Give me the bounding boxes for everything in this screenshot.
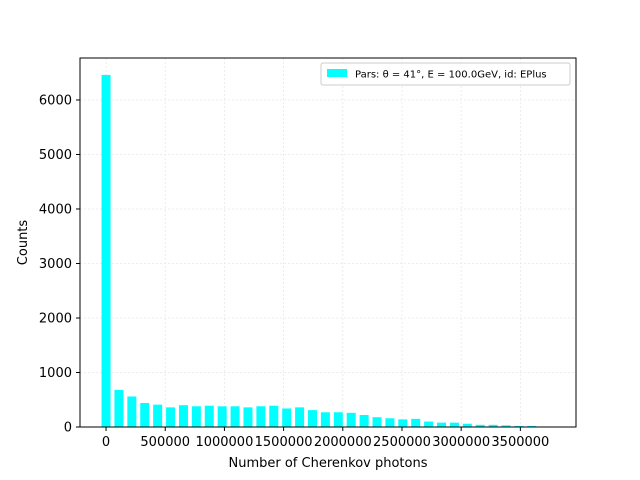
bar — [269, 405, 279, 427]
x-tick-label: 1000000 — [195, 435, 253, 450]
y-tick-label: 0 — [64, 421, 72, 436]
bar — [295, 407, 305, 427]
bar — [385, 418, 395, 427]
bar — [204, 405, 214, 427]
bar — [243, 407, 253, 427]
bar — [230, 406, 240, 427]
x-tick-label: 1500000 — [255, 435, 313, 450]
bar — [333, 412, 343, 427]
bar — [398, 419, 408, 427]
bar — [191, 406, 201, 427]
x-tick-label: 2000000 — [314, 435, 372, 450]
y-tick-label: 4000 — [39, 202, 72, 217]
x-tick-label: 3000000 — [432, 435, 490, 450]
y-tick-label: 1000 — [39, 366, 72, 381]
bar — [449, 422, 459, 427]
y-axis-ticks: 0 1000 2000 3000 4000 5000 6000 — [39, 93, 80, 436]
bar — [411, 418, 421, 427]
y-tick-label: 3000 — [39, 257, 72, 272]
legend-label: Pars: θ = 41°, E = 100.0GeV, id: EPlus — [355, 70, 547, 81]
bar — [140, 403, 150, 427]
x-tick-label: 500000 — [140, 435, 190, 450]
histogram-chart: 0 500000 1000000 1500000 2000000 2500000 30000… — [16, 57, 577, 471]
x-tick-label: 3500000 — [491, 435, 549, 450]
bar — [320, 412, 330, 427]
bar — [153, 404, 163, 427]
bar — [346, 412, 356, 427]
bar — [217, 406, 227, 427]
y-tick-label: 6000 — [39, 93, 72, 108]
bar — [127, 396, 137, 427]
bar — [166, 407, 176, 427]
x-tick-label: 0 — [102, 435, 110, 450]
bar — [282, 408, 292, 427]
y-axis-label: Counts — [16, 220, 31, 266]
bars — [101, 74, 550, 427]
grid-lines — [80, 58, 576, 428]
x-axis-label: Number of Cherenkov photons — [229, 456, 428, 471]
bar — [178, 405, 188, 427]
x-tick-label: 2500000 — [373, 435, 431, 450]
y-tick-label: 2000 — [39, 311, 72, 326]
bar — [424, 421, 434, 427]
legend: Pars: θ = 41°, E = 100.0GeV, id: EPlus — [320, 62, 571, 86]
x-axis-ticks: 0 500000 1000000 1500000 2000000 2500000 30000… — [102, 427, 549, 450]
legend-swatch — [327, 69, 347, 77]
bar — [372, 417, 382, 427]
bar — [256, 406, 266, 427]
bar — [101, 74, 111, 427]
bar — [359, 415, 369, 427]
bar — [307, 410, 317, 427]
plot-frame — [79, 57, 577, 428]
y-tick-label: 5000 — [39, 148, 72, 163]
bar — [437, 422, 447, 427]
bar — [114, 389, 124, 427]
